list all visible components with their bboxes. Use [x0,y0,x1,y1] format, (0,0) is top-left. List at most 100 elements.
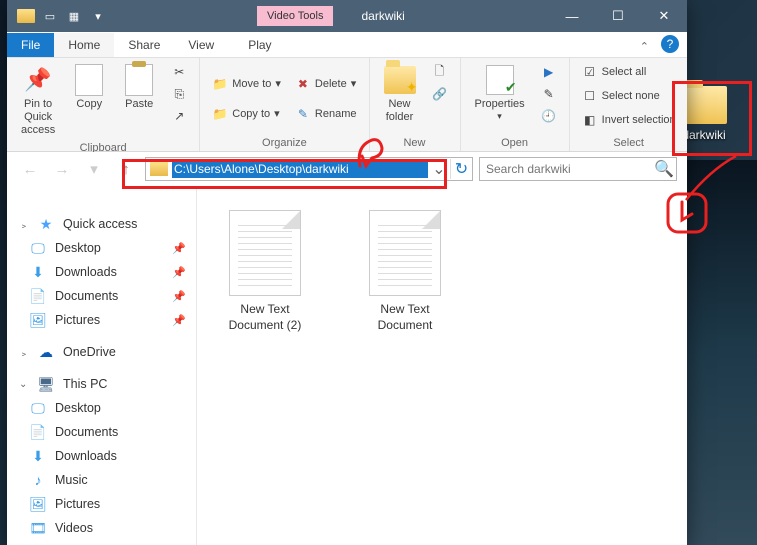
select-all-button[interactable]: ☑Select all [578,62,680,82]
pictures-icon: 🖼 [29,312,47,328]
delete-icon: ✖ [295,76,311,92]
address-dropdown-icon[interactable]: ⌄ [428,159,450,179]
pin-icon: 📌 [172,242,186,255]
new-item-button[interactable]: 🗋 [428,62,452,82]
qat-properties-icon[interactable]: ▭ [39,5,61,27]
refresh-button[interactable]: ↻ [450,159,472,179]
delete-button[interactable]: ✖Delete▾ [291,74,361,94]
nav-pc-desktop[interactable]: 🖵Desktop [7,396,196,420]
new-item-icon: 🗋 [432,64,448,80]
select-none-icon: ☐ [582,88,598,104]
ribbon-group-new: New folder 🗋 🔗 New [370,58,461,151]
explorer-body: ﹥★Quick access 🖵Desktop📌 ⬇Downloads📌 📄Do… [7,186,687,545]
videos-icon: 🎞 [29,520,47,536]
documents-icon: 📄 [29,424,47,440]
ribbon-collapse-icon[interactable]: ⌃ [632,36,657,57]
back-button[interactable]: ← [17,156,43,182]
nav-pc-documents[interactable]: 📄Documents [7,420,196,444]
pin-to-quick-access-button[interactable]: 📌 Pin to Quick access [15,62,61,140]
move-to-button[interactable]: 📁Move to▾ [208,74,285,94]
paste-button[interactable]: Paste [117,62,161,140]
nav-pc-pictures[interactable]: 🖼Pictures [7,492,196,516]
window-controls: — ☐ ✕ [549,0,687,32]
text-file-icon [369,210,441,296]
minimize-button[interactable]: — [549,0,595,32]
copy-icon [73,64,105,96]
edit-button[interactable]: ✎ [537,84,561,104]
tab-home[interactable]: Home [54,33,114,57]
tab-view[interactable]: View [174,33,228,57]
select-none-button[interactable]: ☐Select none [578,86,680,106]
edit-icon: ✎ [541,86,557,102]
nav-onedrive[interactable]: ﹥☁OneDrive [7,340,196,364]
properties-button[interactable]: Properties ▾ [469,62,531,135]
close-button[interactable]: ✕ [641,0,687,32]
cut-button[interactable]: ✂ [167,62,191,82]
ribbon-group-clipboard: 📌 Pin to Quick access Copy Paste ✂ ⎘ ↗ C… [7,58,200,151]
address-bar-row: ← → ▾ ↑ C:\Users\Alone\Desktop\darkwiki … [7,152,687,186]
nav-pc-downloads[interactable]: ⬇Downloads [7,444,196,468]
properties-icon [484,64,516,96]
copy-to-button[interactable]: 📁Copy to▾ [208,104,285,124]
open-button[interactable]: ▶ [537,62,561,82]
copy-path-button[interactable]: ⎘ [167,84,191,104]
nav-pictures[interactable]: 🖼Pictures📌 [7,308,196,332]
nav-pc-music[interactable]: ♪Music [7,468,196,492]
window-title: darkwiki [361,9,404,23]
tab-file[interactable]: File [7,33,54,57]
tab-share[interactable]: Share [114,33,174,57]
nav-downloads[interactable]: ⬇Downloads📌 [7,260,196,284]
nav-documents[interactable]: 📄Documents📌 [7,284,196,308]
pin-icon: 📌 [172,266,186,279]
new-folder-button[interactable]: New folder [378,62,422,135]
pin-icon: 📌 [172,314,186,327]
up-button[interactable]: ↑ [113,156,139,182]
rename-button[interactable]: ✎Rename [291,104,361,124]
recent-locations-button[interactable]: ▾ [81,156,107,182]
move-icon: 📁 [212,76,228,92]
navigation-pane[interactable]: ﹥★Quick access 🖵Desktop📌 ⬇Downloads📌 📄Do… [7,186,197,545]
nav-this-pc[interactable]: ⌄🖥This PC [7,372,196,396]
pc-icon: 🖥 [37,376,55,392]
help-icon[interactable]: ? [661,35,679,53]
chevron-down-icon: ▾ [497,111,502,122]
tab-play[interactable]: Play [234,33,285,57]
copy-button[interactable]: Copy [67,62,111,140]
paste-icon [123,64,155,96]
history-button[interactable]: 🕘 [537,106,561,126]
context-tab-video-tools[interactable]: Video Tools [257,6,333,26]
file-new-text-document-2[interactable]: New Text Document (2) [215,210,315,333]
open-icon: ▶ [541,64,557,80]
forward-button[interactable]: → [49,156,75,182]
nav-desktop[interactable]: 🖵Desktop📌 [7,236,196,260]
nav-pc-local-disk[interactable]: 🖴Local Disk (C:) [7,540,196,545]
address-path[interactable]: C:\Users\Alone\Desktop\darkwiki [172,160,428,178]
group-label-organize: Organize [208,135,360,149]
qat-new-icon[interactable]: ▦ [63,5,85,27]
ribbon-group-select: ☑Select all ☐Select none ◧Invert selecti… [570,58,688,151]
quick-access-toolbar: ▭ ▦ ▾ [7,5,117,27]
chevron-down-icon: ▾ [275,77,281,90]
desktop-icon: 🖵 [29,240,47,256]
file-new-text-document[interactable]: New Text Document [355,210,455,333]
chevron-down-icon: ▾ [274,107,280,120]
address-bar[interactable]: C:\Users\Alone\Desktop\darkwiki ⌄ ↻ [145,157,473,181]
group-label-select: Select [578,135,680,149]
nav-quick-access[interactable]: ﹥★Quick access [7,212,196,236]
onedrive-icon: ☁ [37,344,55,360]
title-bar[interactable]: ▭ ▦ ▾ Video Tools darkwiki — ☐ ✕ [7,0,687,32]
qat-folder-icon[interactable] [15,5,37,27]
invert-selection-button[interactable]: ◧Invert selection [578,110,680,130]
search-icon[interactable]: 🔍 [652,159,676,179]
group-label-open: Open [469,135,561,149]
nav-pc-videos[interactable]: 🎞Videos [7,516,196,540]
ribbon-group-open: Properties ▾ ▶ ✎ 🕘 Open [461,58,570,151]
paste-shortcut-button[interactable]: ↗ [167,106,191,126]
easy-access-button[interactable]: 🔗 [428,84,452,104]
maximize-button[interactable]: ☐ [595,0,641,32]
search-box[interactable]: 🔍 [479,157,677,181]
file-list-area[interactable]: New Text Document (2) New Text Document [197,186,687,545]
qat-dropdown-icon[interactable]: ▾ [87,5,109,27]
star-icon: ★ [37,216,55,232]
search-input[interactable] [480,160,652,178]
